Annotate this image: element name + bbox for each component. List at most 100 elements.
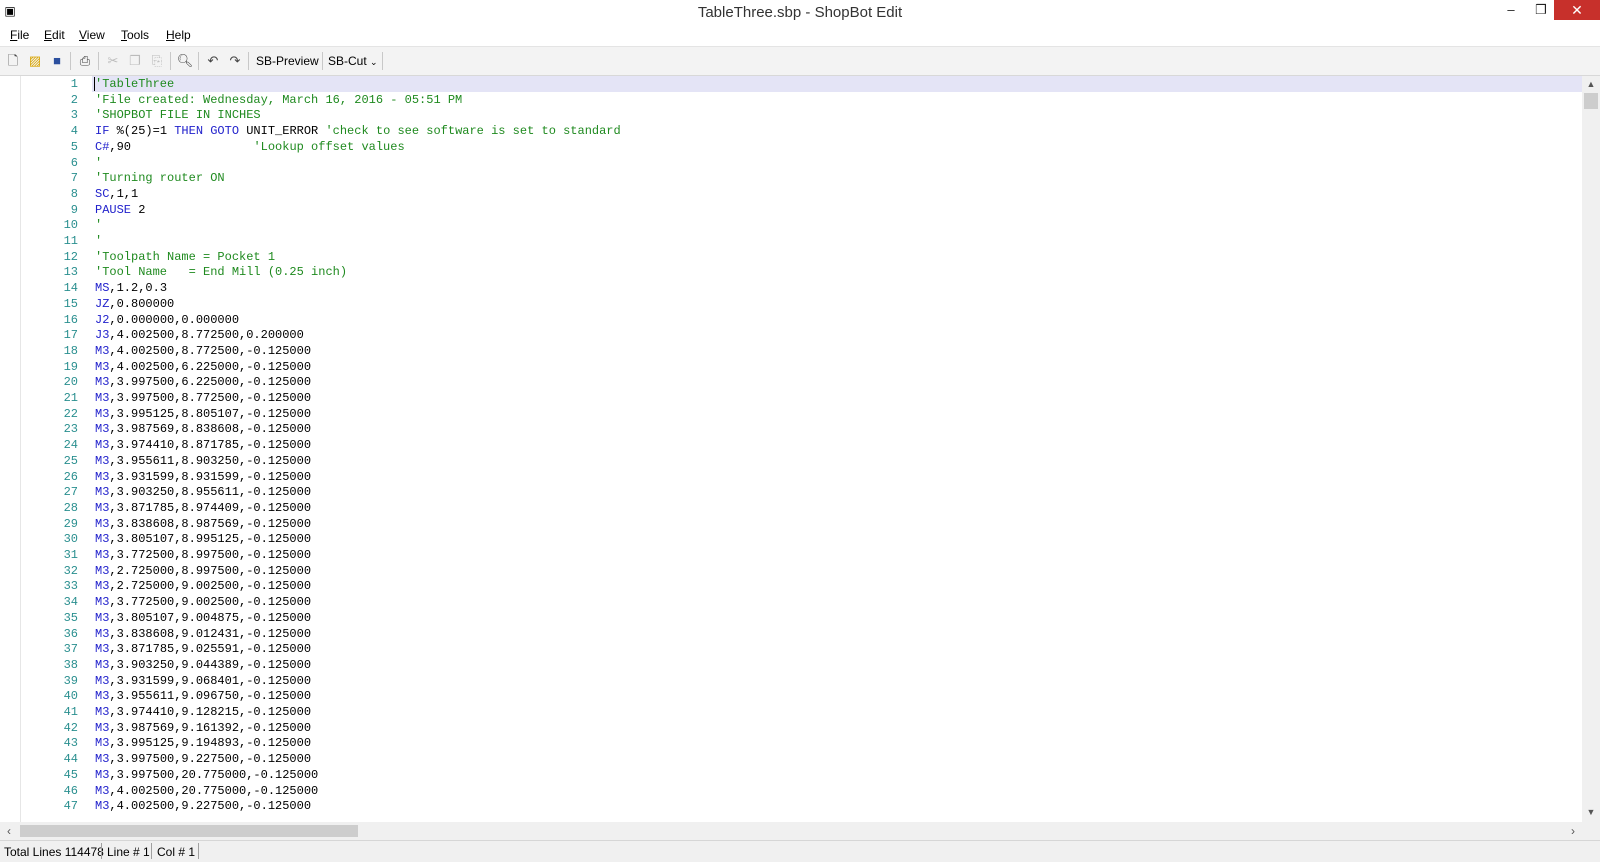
line-text: IF %(25)=1 THEN GOTO UNIT_ERROR 'check t… — [95, 123, 621, 139]
find-icon[interactable]: 🔍︎ — [176, 52, 194, 70]
code-command: M3 — [95, 595, 110, 610]
minimize-button[interactable]: – — [1496, 0, 1526, 20]
code-line[interactable]: 24 M3,3.974410,8.871785,-0.125000 — [0, 437, 1582, 453]
vertical-scroll-thumb[interactable] — [1584, 93, 1598, 109]
sb-cut-dropdown-icon[interactable]: ⌄ — [370, 57, 378, 68]
code-line[interactable]: 33 M3,2.725000,9.002500,-0.125000 — [0, 578, 1582, 594]
code-editor[interactable]: 1 'TableThree 2 'File created: Wednesday, M… — [0, 76, 1582, 822]
code-line[interactable]: 9 PAUSE 2 — [0, 202, 1582, 218]
code-line[interactable]: 39 M3,3.931599,9.068401,-0.125000 — [0, 673, 1582, 689]
code-line[interactable]: 36 M3,3.838608,9.012431,-0.125000 — [0, 626, 1582, 642]
redo-icon[interactable]: ↷ — [226, 52, 244, 70]
status-total-lines: Total Lines 114478 — [4, 845, 104, 859]
code-line[interactable]: 19 M3,4.002500,6.225000,-0.125000 — [0, 359, 1582, 375]
line-number: 35 — [63, 610, 78, 625]
print-icon[interactable]: ⎙ — [76, 52, 94, 70]
menu-help-accel: H — [166, 28, 175, 42]
undo-icon[interactable]: ↶ — [204, 52, 222, 70]
code-text: ,3.838608,9.012431,-0.125000 — [109, 626, 312, 641]
code-line[interactable]: 10 ' — [0, 217, 1582, 233]
line-number: 30 — [63, 532, 78, 547]
code-line[interactable]: 44 M3,3.997500,9.227500,-0.125000 — [0, 751, 1582, 767]
code-line[interactable]: 17 J3,4.002500,8.772500,0.200000 — [0, 327, 1582, 343]
code-line[interactable]: 15 JZ,0.800000 — [0, 296, 1582, 312]
vertical-scrollbar[interactable]: ▲ ▼ — [1582, 76, 1600, 822]
line-text: M3,4.002500,6.225000,-0.125000 — [95, 359, 311, 375]
sb-cut-button[interactable]: SB-Cut — [328, 54, 367, 68]
code-line[interactable]: 3 'SHOPBOT FILE IN INCHES — [0, 107, 1582, 123]
code-text: ,2.725000,8.997500,-0.125000 — [109, 563, 312, 578]
code-line[interactable]: 38 M3,3.903250,9.044389,-0.125000 — [0, 657, 1582, 673]
code-line[interactable]: 47 M3,4.002500,9.227500,-0.125000 — [0, 798, 1582, 814]
code-line[interactable]: 22 M3,3.995125,8.805107,-0.125000 — [0, 406, 1582, 422]
menu-tools[interactable]: Tools — [121, 28, 149, 42]
horizontal-scrollbar[interactable]: ‹ › — [0, 822, 1582, 840]
copy-icon[interactable]: ❐ — [126, 52, 144, 70]
code-line[interactable]: 27 M3,3.903250,8.955611,-0.125000 — [0, 484, 1582, 500]
code-line[interactable]: 28 M3,3.871785,8.974409,-0.125000 — [0, 500, 1582, 516]
line-number: 37 — [63, 642, 78, 657]
code-line[interactable]: 7 'Turning router ON — [0, 170, 1582, 186]
code-line[interactable]: 5 C#,90 'Lookup offset values — [0, 139, 1582, 155]
code-line[interactable]: 31 M3,3.772500,8.997500,-0.125000 — [0, 547, 1582, 563]
menu-file[interactable]: File — [10, 28, 29, 42]
code-line[interactable]: 29 M3,3.838608,8.987569,-0.125000 — [0, 516, 1582, 532]
new-file-icon[interactable]: 🗋 — [4, 52, 22, 70]
code-line[interactable]: 45 M3,3.997500,20.775000,-0.125000 — [0, 767, 1582, 783]
code-line[interactable]: 26 M3,3.931599,8.931599,-0.125000 — [0, 469, 1582, 485]
code-line[interactable]: 25 M3,3.955611,8.903250,-0.125000 — [0, 453, 1582, 469]
scroll-right-icon[interactable]: › — [1566, 822, 1580, 840]
code-command: M3 — [95, 422, 110, 437]
code-text: ,3.974410,9.128215,-0.125000 — [109, 705, 312, 719]
toolbar-separator — [70, 52, 71, 70]
code-line[interactable]: 6 ' — [0, 155, 1582, 171]
code-command: M3 — [95, 359, 110, 374]
code-line[interactable]: 42 M3,3.987569,9.161392,-0.125000 — [0, 720, 1582, 736]
code-line[interactable]: 23 M3,3.987569,8.838608,-0.125000 — [0, 421, 1582, 437]
code-text: ,3.903250,9.044389,-0.125000 — [109, 657, 312, 672]
paste-icon[interactable]: ⎘ — [148, 52, 166, 70]
menu-help[interactable]: Help — [166, 28, 191, 42]
open-folder-icon[interactable]: ▨ — [26, 52, 44, 70]
code-line[interactable]: 4 IF %(25)=1 THEN GOTO UNIT_ERROR 'check … — [0, 123, 1582, 139]
code-line[interactable]: 11 ' — [0, 233, 1582, 249]
scroll-up-icon[interactable]: ▲ — [1582, 76, 1600, 92]
code-line[interactable]: 18 M3,4.002500,8.772500,-0.125000 — [0, 343, 1582, 359]
code-line[interactable]: 8 SC,1,1 — [0, 186, 1582, 202]
menu-edit[interactable]: Edit — [44, 28, 65, 42]
code-line[interactable]: 16 J2,0.000000,0.000000 — [0, 312, 1582, 328]
save-icon[interactable]: ■ — [48, 52, 66, 70]
code-line[interactable]: 32 M3,2.725000,8.997500,-0.125000 — [0, 563, 1582, 579]
code-line[interactable]: 30 M3,3.805107,8.995125,-0.125000 — [0, 531, 1582, 547]
code-line[interactable]: 46 M3,4.002500,20.775000,-0.125000 — [0, 783, 1582, 799]
code-line[interactable]: 34 M3,3.772500,9.002500,-0.125000 — [0, 594, 1582, 610]
line-text: M3,3.997500,6.225000,-0.125000 — [95, 374, 311, 390]
line-text: JZ,0.800000 — [95, 296, 174, 312]
code-line[interactable]: 41 M3,3.974410,9.128215,-0.125000 — [0, 704, 1582, 720]
code-text: ,3.903250,8.955611,-0.125000 — [109, 485, 312, 500]
line-number: 44 — [63, 752, 78, 767]
menu-view[interactable]: View — [79, 28, 105, 42]
code-line[interactable]: 40 M3,3.955611,9.096750,-0.125000 — [0, 688, 1582, 704]
close-button[interactable]: ✕ — [1554, 0, 1600, 20]
scrollbar-corner — [1582, 822, 1600, 840]
sb-preview-button[interactable]: SB-Preview — [256, 54, 319, 68]
cut-icon[interactable]: ✂ — [104, 52, 122, 70]
code-text: ,3.871785,8.974409,-0.125000 — [109, 500, 312, 515]
code-line[interactable]: 43 M3,3.995125,9.194893,-0.125000 — [0, 735, 1582, 751]
line-text: M3,3.995125,9.194893,-0.125000 — [95, 735, 311, 751]
horizontal-scroll-thumb[interactable] — [20, 825, 358, 837]
scroll-down-icon[interactable]: ▼ — [1582, 804, 1600, 820]
code-line[interactable]: 20 M3,3.997500,6.225000,-0.125000 — [0, 374, 1582, 390]
code-line[interactable]: 21 M3,3.997500,8.772500,-0.125000 — [0, 390, 1582, 406]
code-line[interactable]: 13 'Tool Name = End Mill (0.25 inch) — [0, 264, 1582, 280]
code-line[interactable]: 37 M3,3.871785,9.025591,-0.125000 — [0, 641, 1582, 657]
code-line[interactable]: 2 'File created: Wednesday, March 16, 201… — [0, 92, 1582, 108]
code-line[interactable]: 14 MS,1.2,0.3 — [0, 280, 1582, 296]
scroll-left-icon[interactable]: ‹ — [2, 822, 16, 840]
code-line[interactable]: 12 'Toolpath Name = Pocket 1 — [0, 249, 1582, 265]
code-comment: 'Toolpath Name = Pocket 1 — [95, 249, 276, 264]
code-line[interactable]: 35 M3,3.805107,9.004875,-0.125000 — [0, 610, 1582, 626]
code-line[interactable]: 1 'TableThree — [0, 76, 1582, 92]
maximize-button[interactable]: ❒ — [1526, 0, 1556, 20]
